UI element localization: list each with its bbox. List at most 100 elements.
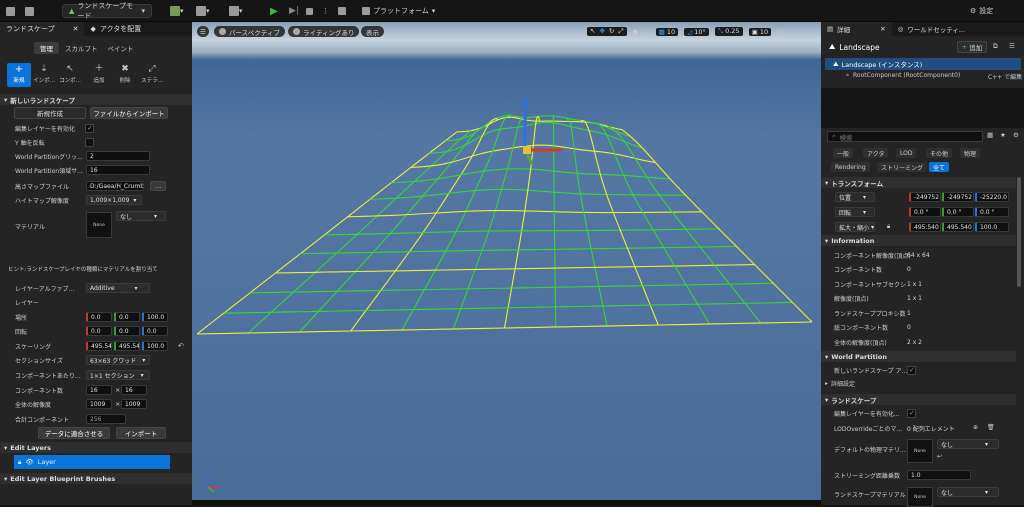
t-scale-y[interactable]: 495.540 (942, 222, 974, 232)
tab-sculpt[interactable]: スカルプト (61, 42, 102, 54)
browse-icon[interactable]: ↩ (937, 453, 942, 460)
rotation-z-field[interactable]: 0.0 (142, 326, 168, 336)
edit-cpp-link[interactable]: C++ で編集 (988, 72, 1022, 81)
heightmap-res-dropdown[interactable]: 1,009×1,009 ▾ (86, 195, 142, 205)
material-dropdown[interactable]: なし ▾ (116, 211, 166, 221)
section-blueprint-brushes[interactable]: ▾ Edit Layer Blueprint Brushes (0, 473, 192, 484)
filter-lod[interactable]: LOD (896, 148, 917, 158)
add-element-icon[interactable]: ⊕ (973, 424, 978, 431)
launch-icon[interactable] (338, 5, 346, 17)
star-icon[interactable]: ★ (1000, 131, 1006, 139)
layer-alpha-dropdown[interactable]: Additive ▾ (86, 283, 150, 293)
tool-component[interactable]: ↖ コンポ... (58, 63, 82, 87)
options-icon[interactable]: ☰ (1009, 42, 1015, 50)
filter-rendering[interactable]: Rendering (831, 162, 870, 172)
tool-delete[interactable]: ✖ 削除 (114, 63, 136, 87)
filter-actor[interactable]: アクタ (863, 148, 889, 158)
blueprint-icon[interactable]: ▾ (196, 5, 210, 17)
tool-streaming[interactable]: ⤢ ステラ... (140, 63, 164, 87)
root-component-row[interactable]: ⚬ RootComponent (RootComponent0) (845, 72, 960, 79)
close-icon[interactable]: ✕ (880, 25, 885, 33)
lock-icon[interactable]: 🔒︎ (18, 458, 21, 467)
t-location-z[interactable]: -25220.0 (975, 192, 1009, 202)
browse-button[interactable]: … (150, 181, 166, 191)
section-landscape[interactable]: ▾ ランドスケープ (821, 394, 1016, 405)
section-new-landscape[interactable]: ▾ 新しいランドスケープ (0, 94, 192, 105)
location-z-field[interactable]: 100.0 (142, 312, 168, 322)
scale-y-field[interactable]: 495.54 (114, 341, 140, 351)
settings-button[interactable]: ⚙ 設定 (970, 5, 993, 17)
t-location-x[interactable]: -249752 (909, 192, 941, 202)
t-location-y[interactable]: -249752 (942, 192, 974, 202)
total-res-y-field[interactable]: 1009 (121, 399, 147, 409)
landscape-material-dropdown[interactable]: なし ▾ (937, 487, 999, 497)
rotation-x-field[interactable]: 0.0 (86, 326, 112, 336)
filter-all[interactable]: 全て (929, 162, 950, 172)
physical-material-dropdown[interactable]: なし ▾ (937, 439, 999, 449)
blueprint-convert-icon[interactable]: ⧉ (993, 42, 998, 51)
mode-dropdown[interactable]: ▲ ランドスケープモード ▾ (62, 2, 152, 20)
transform-gizmo[interactable] (521, 96, 562, 165)
flip-y-checkbox[interactable] (85, 137, 94, 147)
cinematics-icon[interactable]: ▾ (229, 5, 243, 17)
table-view-icon[interactable]: ▦ (987, 131, 993, 139)
new-landscape-checkbox[interactable] (907, 365, 916, 375)
gear-icon[interactable]: ⚙ (1013, 131, 1019, 139)
wp-grid-field[interactable]: 2 (86, 151, 150, 161)
create-new-button[interactable]: 新規作成 (14, 107, 86, 119)
location-y-field[interactable]: 0.0 (114, 312, 140, 322)
total-res-x-field[interactable]: 1009 (86, 399, 112, 409)
tab-place-actors[interactable]: ◆ アクタを配置 (84, 22, 147, 36)
section-information[interactable]: ▾ Information (821, 235, 1016, 246)
t-scale-x[interactable]: 495.540 (909, 222, 941, 232)
row-details-settings[interactable]: ▸ 詳細設定 (825, 379, 855, 388)
t-rotation-y[interactable]: 0.0 ° (942, 207, 974, 217)
step-icon[interactable]: ▶| (289, 5, 299, 17)
content-icon[interactable] (25, 5, 34, 17)
t-rotation-x[interactable]: 0.0 ° (909, 207, 941, 217)
rotation-y-field[interactable]: 0.0 (114, 326, 140, 336)
filter-physics[interactable]: 物理 (960, 148, 981, 158)
add-component-button[interactable]: + 追加 (957, 41, 987, 53)
level-viewport[interactable]: ☰ パースペクティブ ライティングあり 表示 ↖ ✥ ↻ ⤢ ⊕ ◌ ▦ 10 ◿ 1… (192, 22, 821, 500)
search-input[interactable]: ⌕ 検索 (827, 131, 983, 142)
location-mode-dropdown[interactable]: 位置 ▾ (835, 192, 875, 202)
section-size-dropdown[interactable]: 63×63 クワッド ▾ (86, 355, 150, 365)
scale-z-field[interactable]: 100.0 (142, 341, 168, 351)
fit-data-button[interactable]: データに適合させる (38, 427, 110, 439)
wp-region-field[interactable]: 16 (86, 165, 150, 175)
tool-import[interactable]: ⇣ インポ... (33, 63, 55, 87)
lock-icon[interactable]: 🔒︎ (887, 223, 890, 231)
landscape-material-thumbnail[interactable]: None (907, 487, 933, 507)
instance-row[interactable]: ⛰ Landscape (インスタンス) (825, 58, 1021, 70)
component-count-y-field[interactable]: 16 (121, 385, 147, 395)
material-thumbnail[interactable]: None (86, 212, 112, 238)
filter-streaming[interactable]: ストリーミング (877, 162, 928, 172)
trash-icon[interactable]: 🗑︎ (987, 424, 995, 431)
tab-details[interactable]: ▤ 詳細 ✕ (821, 22, 892, 36)
section-edit-layers[interactable]: ▾ Edit Layers (0, 442, 192, 453)
save-icon[interactable] (6, 5, 15, 17)
tab-paint[interactable]: ペイント (104, 42, 138, 54)
close-icon[interactable]: ✕ (73, 25, 79, 33)
more-options-icon[interactable]: ⋮ (322, 5, 329, 17)
component-count-x-field[interactable]: 16 (86, 385, 112, 395)
reset-icon[interactable]: ↶ (178, 342, 184, 350)
tab-manage[interactable]: 管理 (34, 42, 59, 54)
physical-material-thumbnail[interactable]: None (907, 439, 933, 463)
sections-per-dropdown[interactable]: 1×1 セクション ▾ (86, 370, 150, 380)
filter-other[interactable]: その他 (926, 148, 953, 158)
import-file-button[interactable]: ファイルからインポート (90, 107, 168, 119)
add-actor-icon[interactable]: ▾ (170, 5, 184, 17)
tab-world-settings[interactable]: ◎ ワールドセッティ... (892, 22, 971, 36)
platform-dropdown[interactable]: プラットフォーム ▾ (362, 5, 435, 17)
scale-mode-dropdown[interactable]: 拡大・縮小 ▾ (835, 222, 875, 232)
rotation-mode-dropdown[interactable]: 回転 ▾ (835, 207, 875, 217)
section-world-partition[interactable]: ▾ World Partition (821, 351, 1016, 362)
t-rotation-z[interactable]: 0.0 ° (975, 207, 1009, 217)
stop-icon[interactable] (306, 5, 313, 17)
details-scrollbar[interactable] (1017, 177, 1021, 287)
tab-landscape[interactable]: ランドスケープ ✕ (0, 22, 85, 36)
streaming-distance-field[interactable]: 1.0 (907, 470, 971, 480)
filter-general[interactable]: 一般 (833, 148, 854, 158)
